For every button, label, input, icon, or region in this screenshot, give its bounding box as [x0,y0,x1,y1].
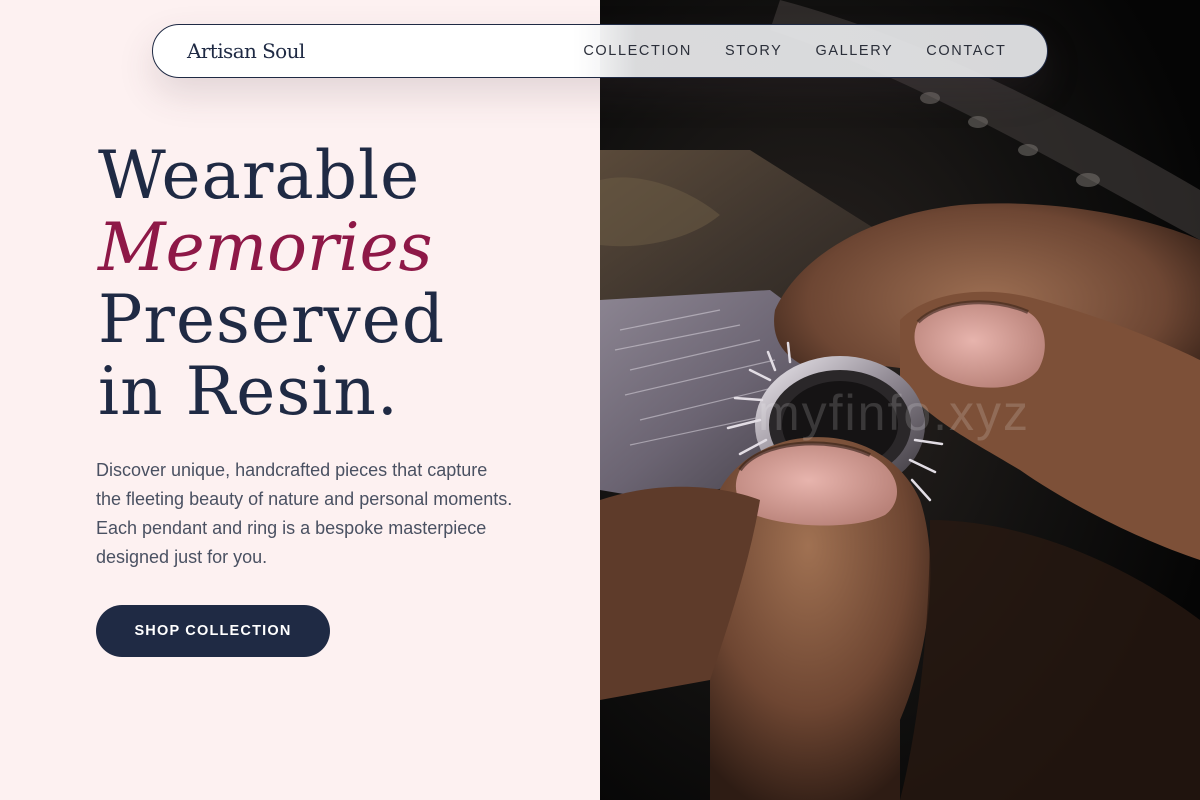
headline-line-4: in Resin. [98,353,399,430]
nav-link-collection[interactable]: COLLECTION [567,43,709,59]
hero-description: Discover unique, handcrafted pieces that… [96,460,513,567]
navigation-bar: Artisan Soul COLLECTION STORY GALLERY CO… [152,24,1048,78]
nav-links: COLLECTION STORY GALLERY CONTACT [567,43,1023,59]
nav-link-story[interactable]: STORY [709,43,799,59]
shop-collection-button[interactable]: SHOP COLLECTION [96,605,330,657]
hero-headline: Wearable Memories Preserved in Resin. [98,140,558,428]
brand-logo[interactable]: Artisan Soul [187,39,305,63]
headline-line-1: Wearable [98,137,421,214]
headline-accent-line: Memories [98,209,433,286]
nav-link-contact[interactable]: CONTACT [910,43,1023,59]
hero-photo [600,0,1200,800]
nav-link-gallery[interactable]: GALLERY [799,43,910,59]
headline-line-3: Preserved [98,281,446,358]
